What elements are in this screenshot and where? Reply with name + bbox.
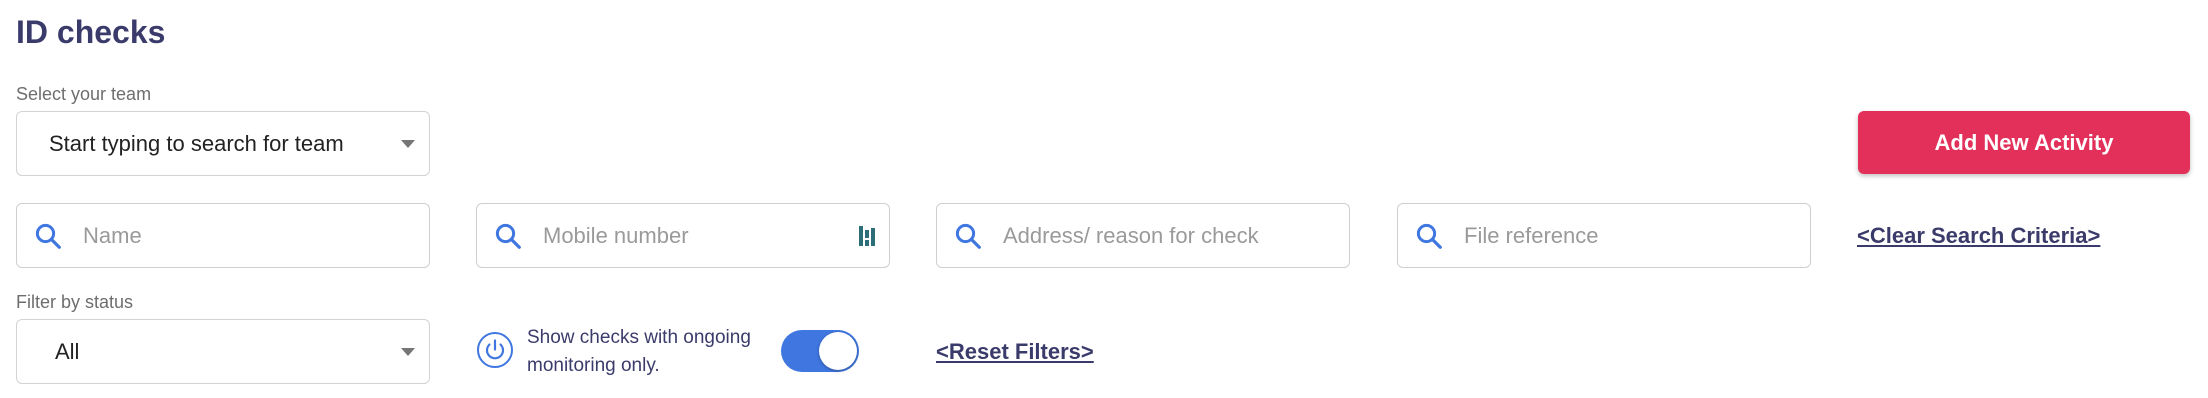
- address-search-field[interactable]: [936, 203, 1350, 268]
- status-filter-value: All: [55, 338, 80, 364]
- file-reference-search-field[interactable]: [1397, 203, 1811, 268]
- name-search-field[interactable]: [16, 203, 430, 268]
- search-icon: [493, 221, 523, 251]
- add-new-activity-button[interactable]: Add New Activity: [1858, 111, 2190, 174]
- monitoring-toggle[interactable]: [781, 330, 859, 372]
- keyboard-icon[interactable]: [857, 223, 879, 249]
- mobile-search-field[interactable]: [476, 203, 890, 268]
- search-icon: [953, 221, 983, 251]
- status-filter-select[interactable]: All: [16, 319, 430, 384]
- monitoring-toggle-label: Show checks with ongoing monitoring only…: [527, 327, 751, 376]
- team-select[interactable]: Start typing to search for team: [16, 111, 430, 176]
- file-reference-search-input[interactable]: [1462, 221, 1810, 250]
- reset-filters-link[interactable]: <Reset Filters>: [936, 339, 1094, 365]
- clear-search-criteria-link[interactable]: <Clear Search Criteria>: [1857, 223, 2100, 249]
- mobile-search-input[interactable]: [541, 221, 857, 250]
- search-icon: [33, 221, 63, 251]
- search-icon: [1414, 221, 1444, 251]
- chevron-down-icon: [401, 139, 415, 148]
- address-search-input[interactable]: [1001, 221, 1349, 250]
- name-search-input[interactable]: [81, 221, 429, 250]
- status-filter-label: Filter by status: [16, 292, 134, 312]
- page-title: ID checks: [16, 14, 166, 50]
- team-select-value: Start typing to search for team: [49, 130, 344, 156]
- power-icon: [476, 331, 514, 369]
- team-select-label: Select your team: [16, 84, 152, 104]
- toggle-knob: [819, 332, 857, 370]
- id-checks-page: ID checks Select your team Start typing …: [0, 0, 2208, 398]
- chevron-down-icon: [401, 347, 415, 356]
